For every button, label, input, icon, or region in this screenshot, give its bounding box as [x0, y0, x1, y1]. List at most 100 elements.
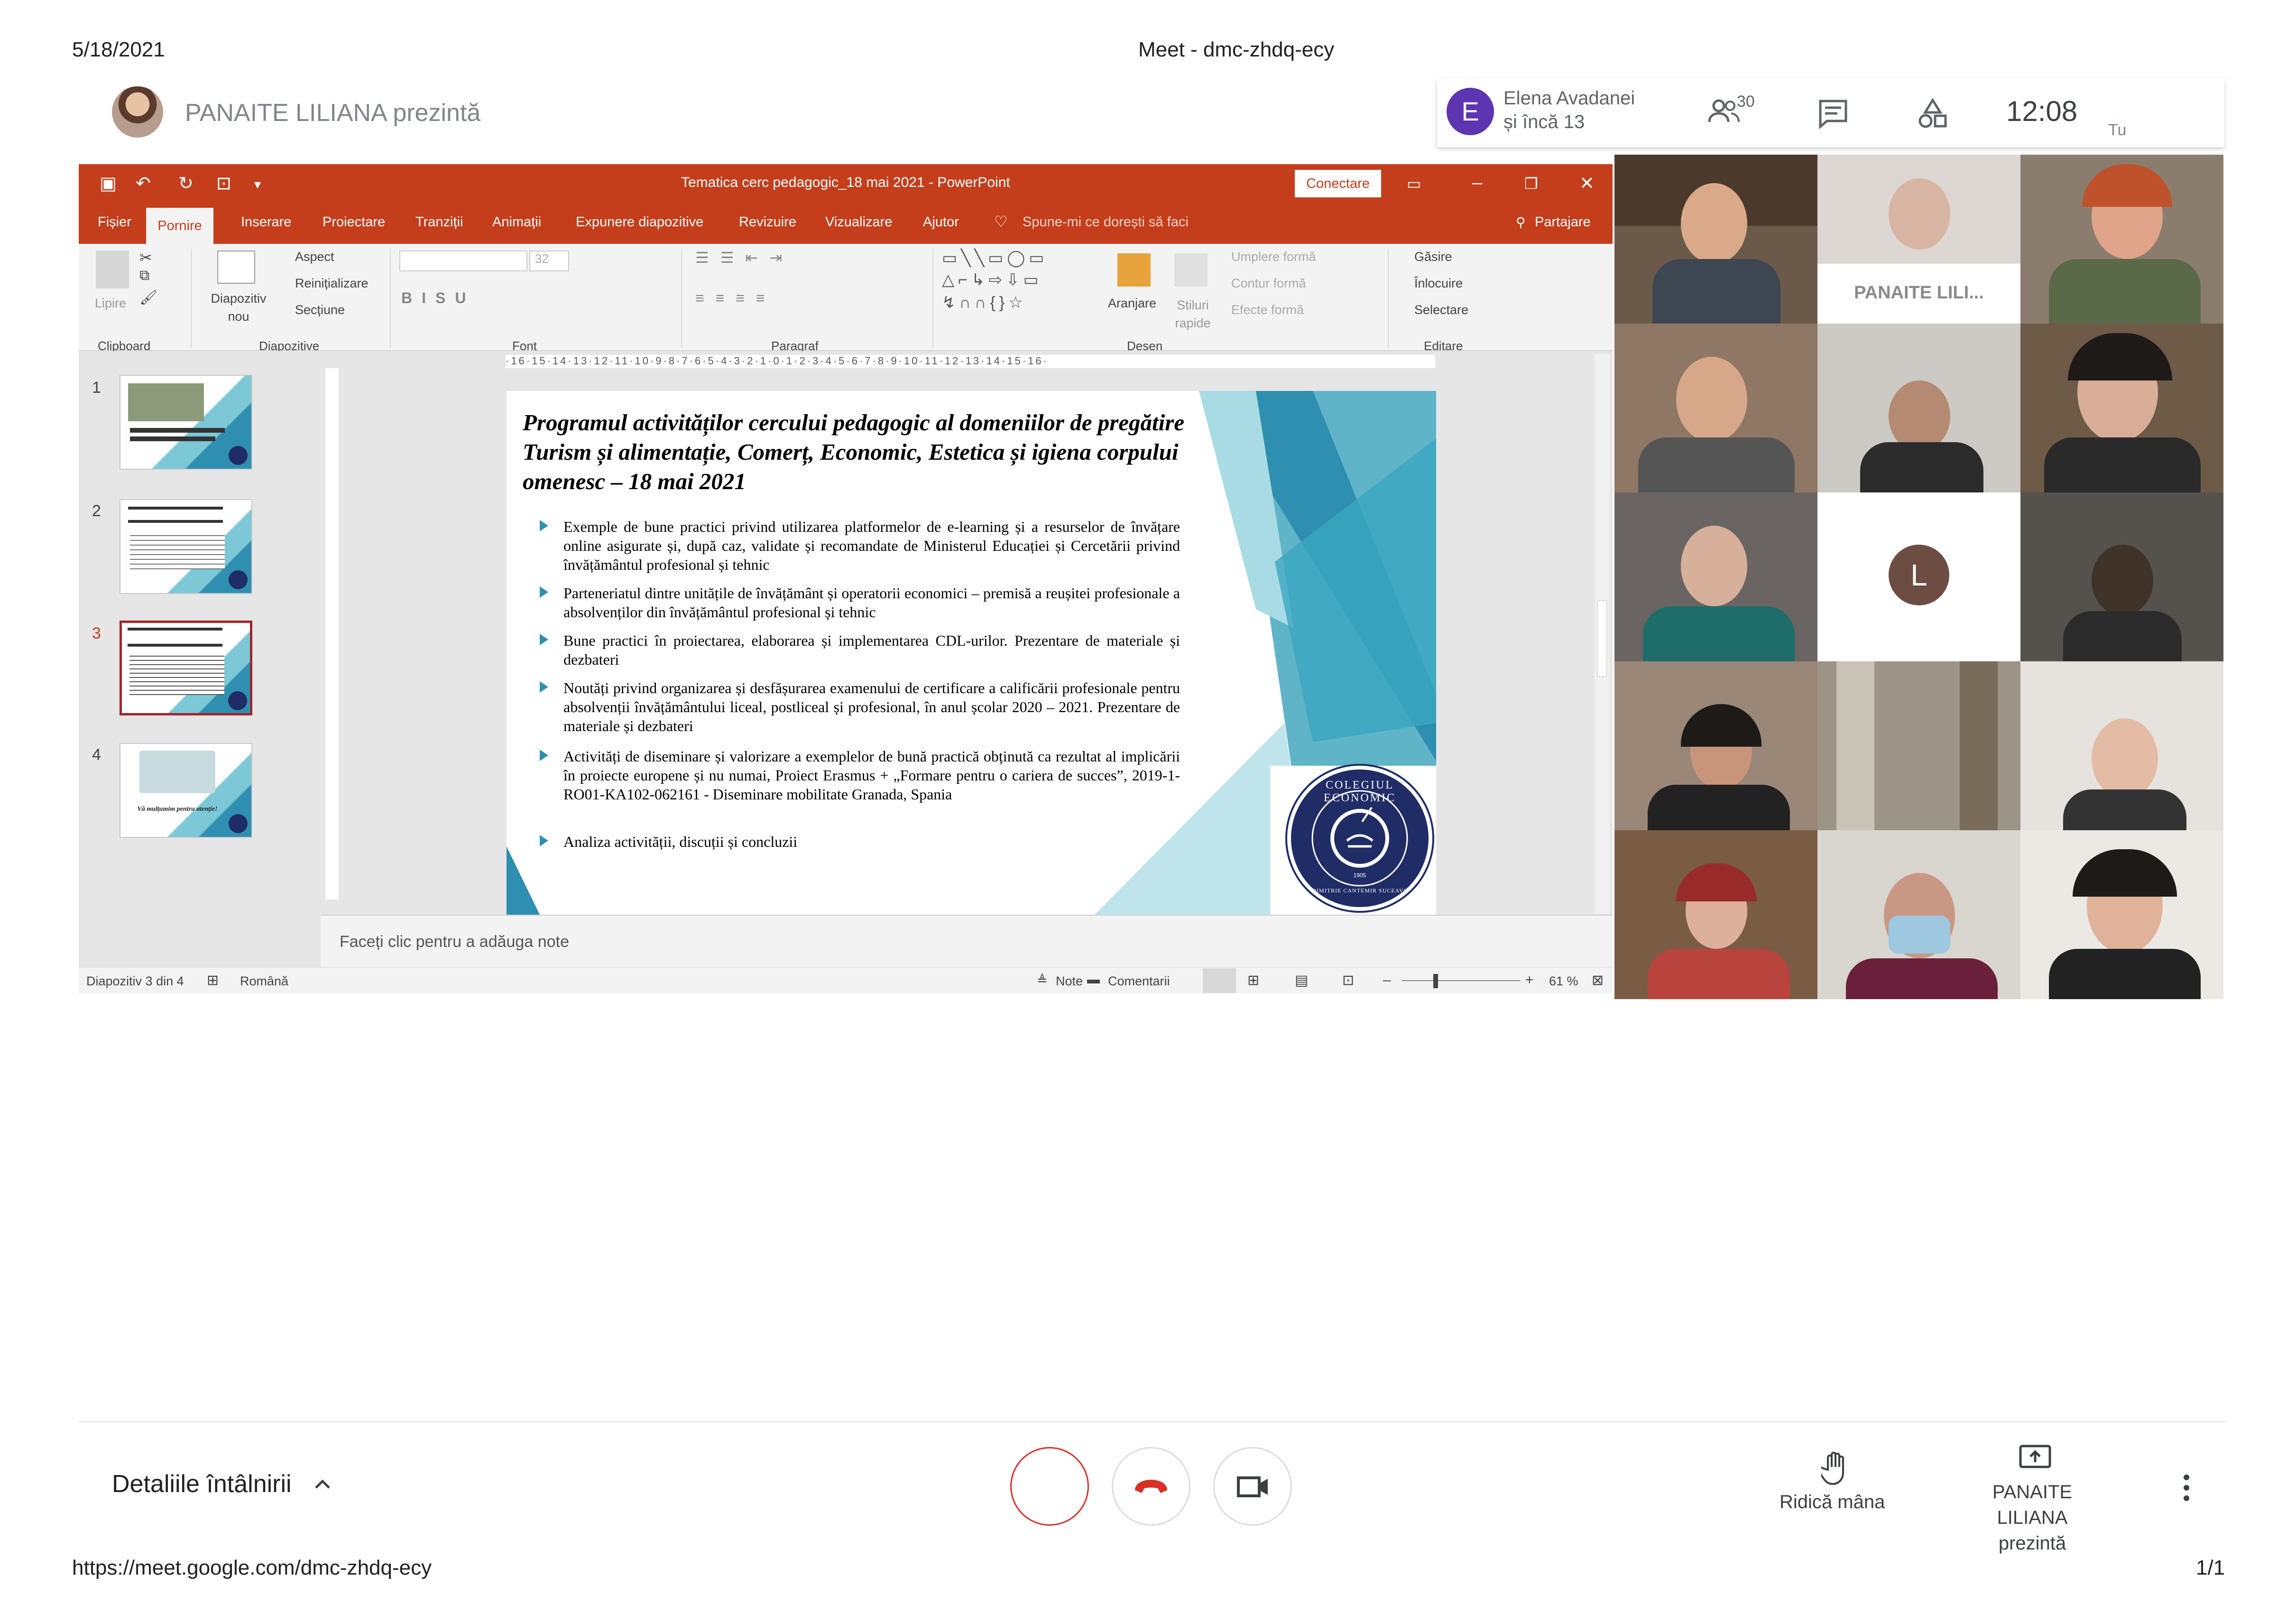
tab-animatii[interactable]: Animații	[492, 214, 541, 230]
share-button[interactable]: Partajare	[1535, 214, 1591, 230]
select-button[interactable]: Selectare	[1414, 303, 1468, 317]
font-size-input[interactable]: 32	[529, 250, 569, 271]
font-name-input[interactable]	[399, 250, 527, 271]
slide-bullet[interactable]: Analiza activității, discuții și concluz…	[540, 832, 1180, 851]
current-slide[interactable]: Programul activităților cercului pedagog…	[507, 391, 1436, 915]
cut-icon[interactable]: ✂	[139, 249, 152, 267]
camera-button[interactable]	[1213, 1447, 1292, 1526]
reading-view-icon[interactable]: ▤	[1295, 972, 1308, 989]
participant-tile[interactable]	[2020, 324, 2223, 492]
close-icon[interactable]: ✕	[1579, 173, 1595, 194]
chat-icon[interactable]	[1817, 97, 1850, 130]
zoom-slider-thumb[interactable]	[1433, 974, 1438, 988]
fit-slide-icon[interactable]: ⊠	[1592, 972, 1604, 989]
font-format-icons[interactable]: BISU	[401, 289, 475, 307]
tab-proiectare[interactable]: Proiectare	[323, 214, 385, 230]
shapes-gallery[interactable]: ▭╲╲▭◯▭	[942, 249, 1048, 268]
copy-icon[interactable]: ⧉	[139, 268, 149, 284]
participant-tile[interactable]	[2020, 830, 2223, 999]
undo-icon[interactable]: ↶	[136, 173, 151, 194]
paste-icon[interactable]	[96, 250, 129, 288]
new-slide-icon[interactable]	[217, 250, 255, 284]
save-icon[interactable]: ▣	[100, 173, 117, 194]
tab-revizuire[interactable]: Revizuire	[739, 214, 796, 230]
participant-tile[interactable]	[1817, 661, 2020, 830]
tab-ajutor[interactable]: Ajutor	[923, 214, 959, 230]
tab-tranzitii[interactable]: Tranziții	[415, 214, 463, 230]
leave-call-button[interactable]	[1112, 1447, 1190, 1526]
activities-icon[interactable]	[1916, 97, 1949, 130]
arrange-icon[interactable]	[1117, 253, 1151, 287]
presenter-tile[interactable]: PANAITE LILI...	[1817, 155, 2020, 324]
more-options-icon[interactable]	[2182, 1474, 2191, 1502]
connect-button[interactable]: Conectare	[1295, 170, 1381, 197]
notes-button[interactable]: Note	[1056, 974, 1083, 989]
participant-tile[interactable]	[1614, 155, 1817, 324]
participant-tile[interactable]	[2020, 155, 2223, 324]
redo-icon[interactable]: ↻	[178, 173, 194, 194]
tab-vizualizare[interactable]: Vizualizare	[825, 214, 892, 230]
minimize-icon[interactable]: –	[1472, 173, 1482, 193]
shape-fill-button[interactable]: Umplere formă	[1231, 250, 1316, 264]
present-from-start-icon[interactable]: ⊡	[216, 173, 231, 194]
raise-hand-icon[interactable]	[1821, 1450, 1852, 1486]
share-icon[interactable]: ⚲	[1516, 214, 1526, 230]
list-icons[interactable]: ☰☰⇤⇥	[695, 249, 793, 267]
comments-button[interactable]: Comentarii	[1108, 974, 1170, 989]
slide-thumbnail-2[interactable]	[120, 499, 252, 594]
slide-sorter-icon[interactable]: ⊞	[1247, 972, 1259, 989]
slide-bullet[interactable]: Bune practici în proiectarea, elaborarea…	[540, 631, 1180, 669]
qat-more-icon[interactable]: ▾	[254, 176, 261, 192]
section-button[interactable]: Secțiune	[295, 303, 345, 317]
participant-tile[interactable]	[2020, 661, 2223, 830]
slide-bullet[interactable]: Noutăți privind organizarea și desfășura…	[540, 678, 1180, 735]
tab-inserare[interactable]: Inserare	[241, 214, 291, 230]
zoom-slider[interactable]	[1402, 980, 1521, 981]
slide-title[interactable]: Programul activităților cercului pedagog…	[523, 408, 1215, 496]
normal-view-button[interactable]	[1203, 968, 1236, 993]
slide-thumbnail-1[interactable]	[120, 375, 252, 470]
replace-button[interactable]: Înlocuire	[1414, 276, 1463, 291]
raise-hand-label[interactable]: Ridică mâna	[1780, 1492, 1885, 1513]
participant-tile[interactable]	[1614, 324, 1817, 492]
people-icon[interactable]: 30	[1707, 93, 1764, 130]
language-status[interactable]: Română	[240, 974, 288, 989]
mic-button[interactable]	[1010, 1447, 1089, 1526]
participant-tile[interactable]	[1817, 324, 2020, 492]
slideshow-icon[interactable]: ⊡	[1342, 972, 1354, 989]
chevron-up-icon[interactable]	[313, 1475, 332, 1493]
zoom-in-icon[interactable]: +	[1525, 972, 1534, 988]
tab-expunere[interactable]: Expunere diapozitive	[576, 214, 703, 230]
slide-scrollbar[interactable]	[1595, 354, 1610, 914]
participant-tile[interactable]	[1817, 830, 2020, 999]
new-slide-label[interactable]: Diapozitiv nou	[203, 289, 274, 325]
meeting-details-button[interactable]: Detaliile întâlnirii	[112, 1470, 292, 1498]
present-screen-icon[interactable]	[2019, 1444, 2052, 1473]
presenting-status[interactable]: PANAITE LILIANA prezintă	[1959, 1479, 2106, 1556]
notes-pane[interactable]: Faceți clic pentru a adăuga note	[321, 915, 1613, 967]
participant-tile[interactable]	[1614, 661, 1817, 830]
tab-fisier[interactable]: Fișier	[98, 214, 131, 230]
slide-bullet[interactable]: Exemple de bune practici privind utiliza…	[540, 517, 1180, 574]
quick-styles-icon[interactable]	[1174, 253, 1208, 287]
layout-button[interactable]: Aspect	[295, 250, 334, 264]
find-button[interactable]: Găsire	[1414, 250, 1452, 264]
accessibility-icon[interactable]: ⊞	[207, 972, 219, 989]
participant-tile[interactable]	[2020, 492, 2223, 661]
tab-pornire[interactable]: Pornire	[146, 208, 213, 244]
restore-icon[interactable]: ❐	[1524, 175, 1538, 193]
arrange-label[interactable]: Aranjare	[1108, 296, 1156, 311]
tell-me-search[interactable]: Spune-mi ce dorești să faci	[1023, 214, 1189, 230]
participant-tile[interactable]	[1614, 492, 1817, 661]
slide-thumbnail-3-selected[interactable]	[120, 621, 252, 715]
slide-thumbnail-4[interactable]: Vă mulțumim pentru atenție!	[120, 743, 252, 838]
reset-button[interactable]: Reinițializare	[295, 276, 369, 291]
slide-bullet[interactable]: Activități de diseminare și valorizare a…	[540, 747, 1180, 804]
align-icons[interactable]: ≡≡≡≡	[695, 289, 776, 307]
format-painter-icon[interactable]: 🖌	[139, 289, 157, 306]
zoom-out-icon[interactable]: –	[1383, 972, 1391, 988]
shape-outline-button[interactable]: Contur formă	[1231, 276, 1306, 291]
slide-bullet[interactable]: Parteneriatul dintre unitățile de învăță…	[540, 584, 1180, 621]
shape-effects-button[interactable]: Efecte formă	[1231, 303, 1304, 317]
zoom-level[interactable]: 61 %	[1549, 974, 1578, 989]
